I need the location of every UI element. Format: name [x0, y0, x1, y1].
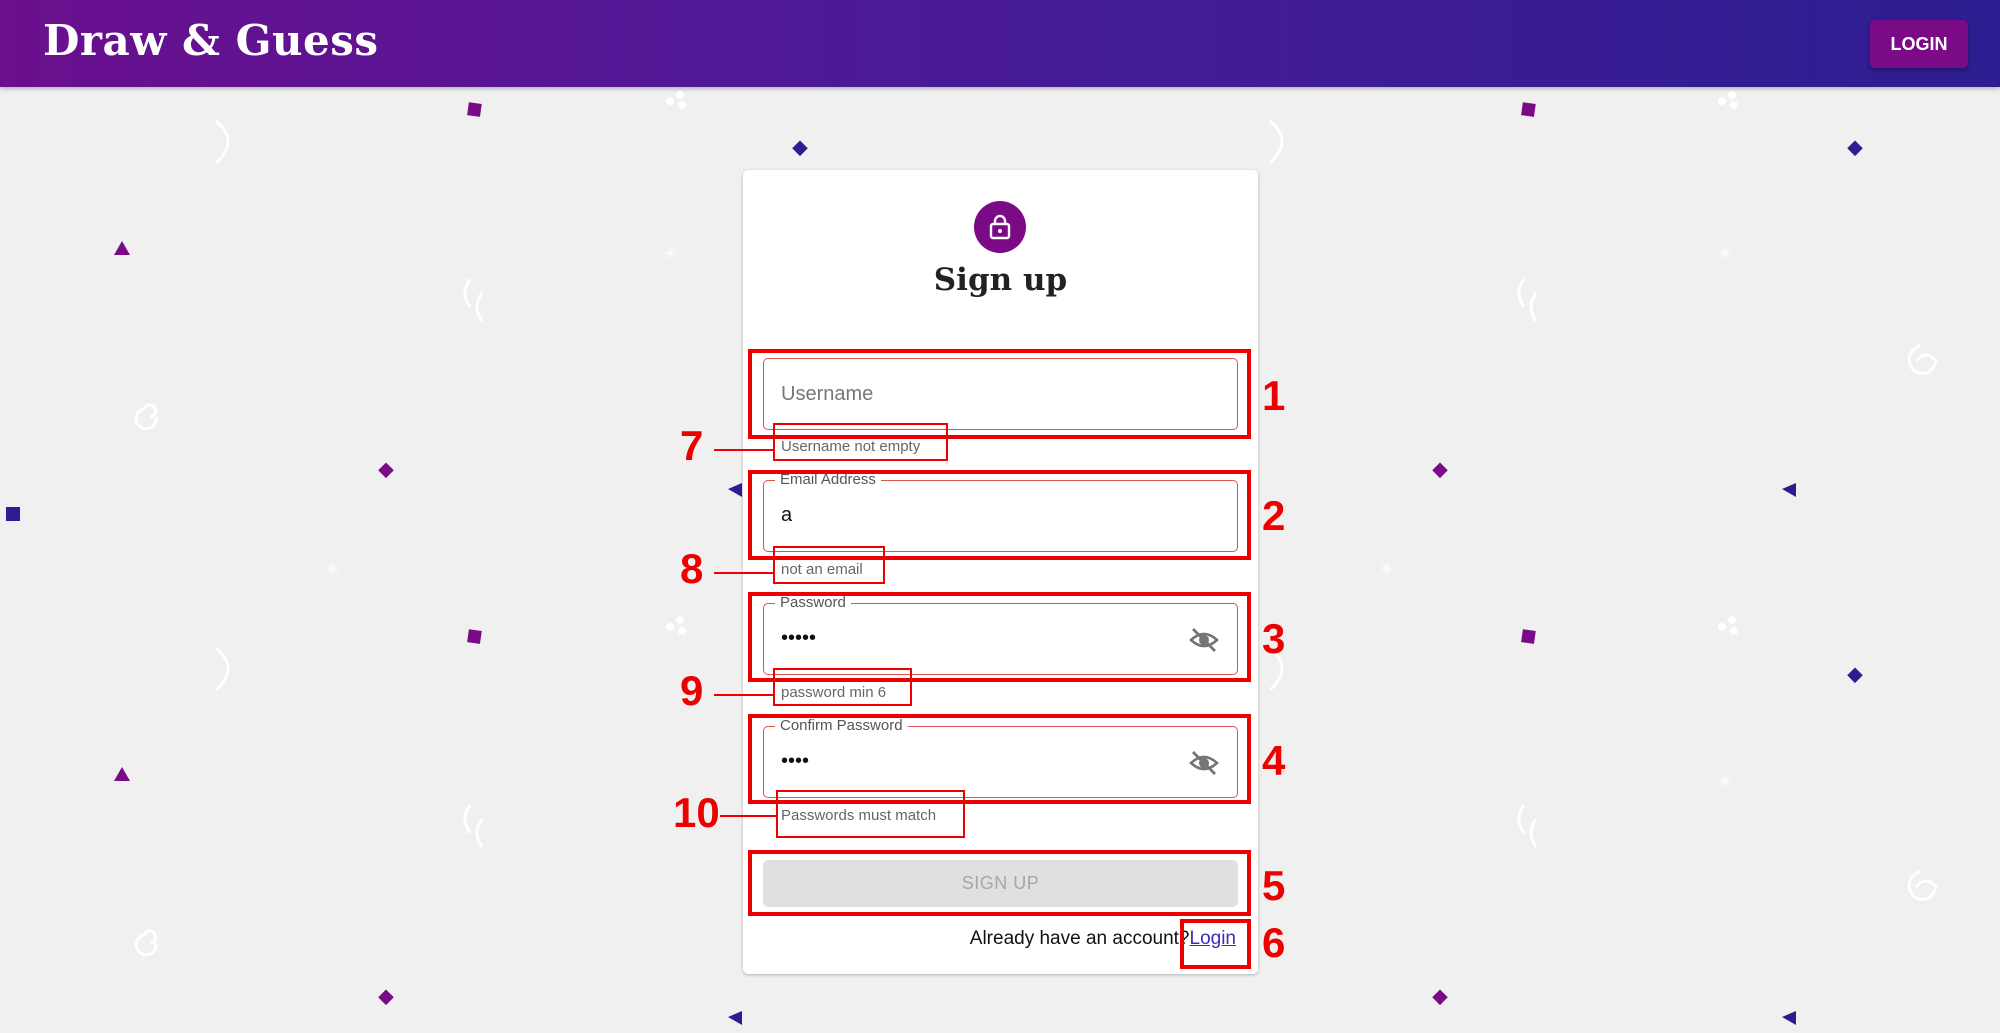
confetti-arc: [214, 119, 230, 165]
confetti-dots: [1718, 623, 1726, 631]
confetti-spiral: [134, 929, 158, 957]
confetti-square: [1521, 629, 1536, 644]
annotation-number-7: 7: [680, 422, 704, 469]
confetti-arc: [214, 646, 230, 692]
confetti-triangle: [728, 1011, 742, 1025]
annotation-number-1: 1: [1262, 372, 1286, 419]
annotation-leader-10: [720, 815, 776, 817]
confetti-swirl: [1907, 869, 1938, 901]
lock-icon: [989, 214, 1011, 240]
confetti-triangle: [1782, 1011, 1796, 1025]
confetti-triangle: [728, 483, 742, 497]
login-button[interactable]: LOGIN: [1870, 20, 1968, 68]
confetti-star: ✳: [664, 246, 677, 263]
confetti-triangle: [114, 241, 130, 255]
confetti-diamond: [1847, 140, 1863, 157]
confetti-swirl: [1907, 343, 1938, 375]
confetti-square: [467, 629, 482, 644]
confetti-square: [1521, 102, 1536, 117]
confetti-dots: [666, 97, 674, 105]
confetti-diamond: [378, 989, 394, 1006]
confetti-star: ✳: [1718, 774, 1731, 791]
annotation-number-6: 6: [1262, 919, 1286, 966]
annotation-number-5: 5: [1262, 862, 1286, 909]
annotation-leader-8: [714, 572, 773, 574]
confetti-diamond: [792, 140, 808, 157]
confetti-squiggle: [463, 278, 484, 322]
annotation-number-9: 9: [680, 667, 704, 714]
app-bar: Draw & Guess LOGIN: [0, 0, 2000, 87]
confetti-triangle: [114, 767, 130, 781]
confetti-diamond: [1847, 667, 1863, 684]
confetti-dots: [1718, 97, 1726, 105]
annotation-box-10: [776, 790, 965, 838]
annotation-number-3: 3: [1262, 615, 1286, 662]
confetti-squiggle: [1517, 278, 1538, 322]
confetti-arc: [1268, 119, 1284, 165]
confetti-diamond: [378, 462, 394, 479]
annotation-leader-9: [714, 694, 773, 696]
confetti-square: [467, 102, 482, 117]
annotation-box-8: [773, 546, 885, 584]
confetti-diamond: [1432, 989, 1448, 1006]
login-prompt-text: Already have an account?: [969, 928, 1190, 949]
confetti-star: ✳: [326, 561, 339, 578]
annotation-box-7: [773, 423, 948, 461]
annotation-box-5: [748, 850, 1251, 916]
confetti-star: ✳: [1380, 561, 1393, 578]
confetti-square: [6, 507, 20, 521]
annotation-leader-7: [714, 449, 773, 451]
confetti-diamond: [1432, 462, 1448, 479]
annotation-box-6: [1180, 919, 1251, 969]
confetti-squiggle: [1517, 804, 1538, 848]
confetti-star: ✳: [1718, 246, 1731, 263]
annotation-number-10: 10: [673, 789, 720, 836]
brand-logo[interactable]: Draw & Guess: [43, 16, 379, 65]
page-title: Sign up: [933, 262, 1068, 298]
confetti-triangle: [1782, 483, 1796, 497]
annotation-number-4: 4: [1262, 737, 1286, 784]
annotation-number-8: 8: [680, 545, 704, 592]
confetti-dots: [666, 623, 674, 631]
annotation-number-2: 2: [1262, 492, 1286, 539]
confetti-squiggle: [463, 804, 484, 848]
confetti-spiral: [134, 403, 158, 431]
annotation-box-9: [773, 668, 912, 706]
lock-avatar: [974, 201, 1026, 253]
